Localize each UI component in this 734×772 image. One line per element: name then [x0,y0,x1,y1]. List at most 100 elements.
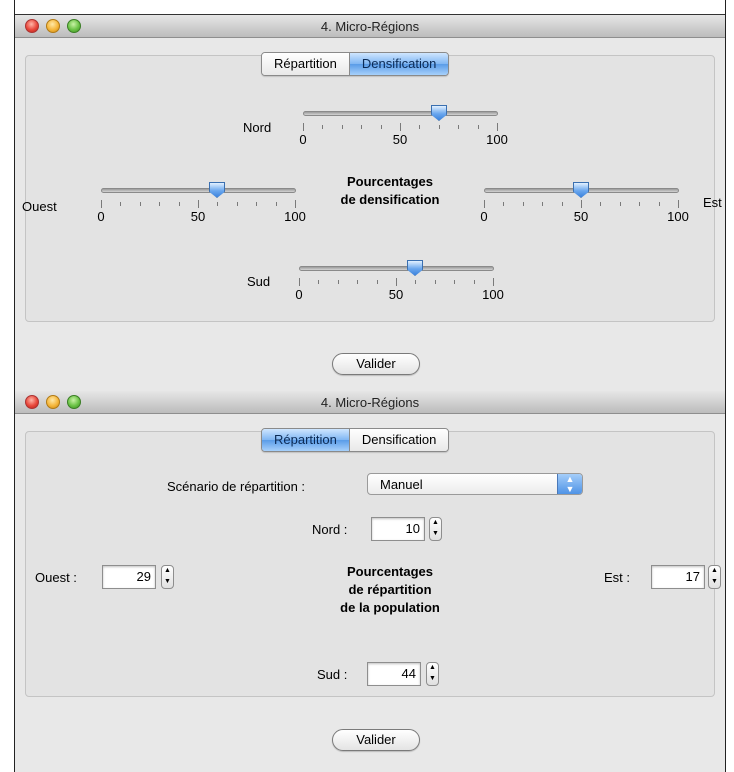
tab-densification[interactable]: Densification [348,53,449,75]
popup-arrows-icon: ▲ ▼ [557,474,582,494]
sud-value: 44 [401,666,416,681]
slider-tick [381,125,382,129]
slider-tick [678,200,679,208]
slider-tick [478,125,479,129]
center-title-line: Pourcentages [347,564,433,579]
slider-tick [439,125,440,129]
slider-knob-icon[interactable] [407,260,423,276]
tab-bar: Répartition Densification [261,428,450,452]
slider-tick-label: 0 [295,287,303,302]
slider-tick [562,202,563,206]
slider-tick [523,202,524,206]
validate-button[interactable]: Valider [332,353,420,375]
est-stepper[interactable]: ▲ ▼ [708,565,721,589]
slider-tick [361,125,362,129]
slider-track[interactable] [303,111,498,116]
repartition-center-title: Pourcentages de répartition de la popula… [310,563,470,617]
slider-tick [198,200,199,208]
slider-tick-label: 100 [482,287,504,302]
slider-track[interactable] [299,266,494,271]
slider-knob-icon[interactable] [431,105,447,121]
center-title-line: de densification [340,192,440,207]
slider-tick-label: 0 [480,209,488,224]
field-label-ouest: Ouest : [35,570,77,585]
slider-knob-icon[interactable] [573,182,589,198]
slider-label-nord: Nord [243,120,272,135]
slider-tick [396,278,397,286]
stepper-up-icon[interactable]: ▲ [162,566,173,577]
slider-label-est: Est [703,195,722,210]
slider-est[interactable]: 0 50 100 [480,180,689,230]
slider-tick [256,202,257,206]
slider-tick [299,278,300,286]
slider-tick [542,202,543,206]
slider-tick [342,125,343,129]
stepper-down-icon[interactable]: ▼ [709,577,720,588]
stepper-down-icon[interactable]: ▼ [430,529,441,540]
slider-label-sud: Sud [247,274,271,289]
slider-ouest[interactable]: 0 50 100 [97,180,306,230]
stepper-up-icon[interactable]: ▲ [427,663,438,674]
slider-tick [101,200,102,208]
slider-tick [338,280,339,284]
stepper-up-icon[interactable]: ▲ [430,518,441,529]
densification-center-title: Pourcentages de densification [315,173,465,209]
slider-sud[interactable]: 0 50 100 [295,258,504,308]
center-title-line: de la population [340,600,440,615]
field-label-est: Est : [604,570,631,585]
slider-tick [276,202,277,206]
validate-button[interactable]: Valider [332,729,420,751]
ouest-stepper[interactable]: ▲ ▼ [161,565,174,589]
tab-bar: Répartition Densification [261,52,450,76]
tab-densification[interactable]: Densification [348,429,449,451]
slider-tick [581,200,582,208]
slider-tick [497,123,498,131]
center-title-line: Pourcentages [347,174,433,189]
slider-tick [217,202,218,206]
slider-tick [357,280,358,284]
slider-tick [620,202,621,206]
slider-tick [140,202,141,206]
slider-knob-icon[interactable] [209,182,225,198]
stepper-down-icon[interactable]: ▼ [427,674,438,685]
nord-stepper[interactable]: ▲ ▼ [429,517,442,541]
slider-tick [377,280,378,284]
nord-value: 10 [405,521,420,536]
slider-tick-label: 100 [486,132,508,147]
sud-stepper[interactable]: ▲ ▼ [426,662,439,686]
slider-tick [303,123,304,131]
nord-number-field[interactable]: 10 [371,517,425,541]
title-bar[interactable]: 4. Micro-Régions [15,391,725,414]
slider-tick [415,280,416,284]
slider-tick [474,280,475,284]
slider-tick [400,123,401,131]
slider-tick [454,280,455,284]
scenario-select-value: Manuel [380,477,423,492]
slider-tick [179,202,180,206]
title-bar[interactable]: 4. Micro-Régions [15,15,725,38]
slider-tick [159,202,160,206]
scenario-label: Scénario de répartition : [167,479,306,494]
sud-number-field[interactable]: 44 [367,662,421,686]
field-label-nord: Nord : [312,522,348,537]
slider-tick [120,202,121,206]
center-title-line: de répartition [348,582,432,597]
slider-tick [493,278,494,286]
slider-tick-label: 50 [573,209,589,224]
scenario-select[interactable]: Manuel ▲ ▼ [367,473,583,495]
slider-tick [484,200,485,208]
tab-repartition[interactable]: Répartition [262,429,349,451]
slider-tick [237,202,238,206]
slider-tick [322,125,323,129]
stepper-down-icon[interactable]: ▼ [162,577,173,588]
stepper-up-icon[interactable]: ▲ [709,566,720,577]
ouest-number-field[interactable]: 29 [102,565,156,589]
slider-track[interactable] [101,188,296,193]
window-repartition: 4. Micro-Régions Répartition Densificati… [15,391,725,772]
est-value: 17 [685,569,700,584]
slider-tick-label: 0 [97,209,105,224]
slider-nord[interactable]: 0 50 100 [299,103,508,153]
slider-tick [503,202,504,206]
tab-repartition[interactable]: Répartition [262,53,349,75]
est-number-field[interactable]: 17 [651,565,705,589]
